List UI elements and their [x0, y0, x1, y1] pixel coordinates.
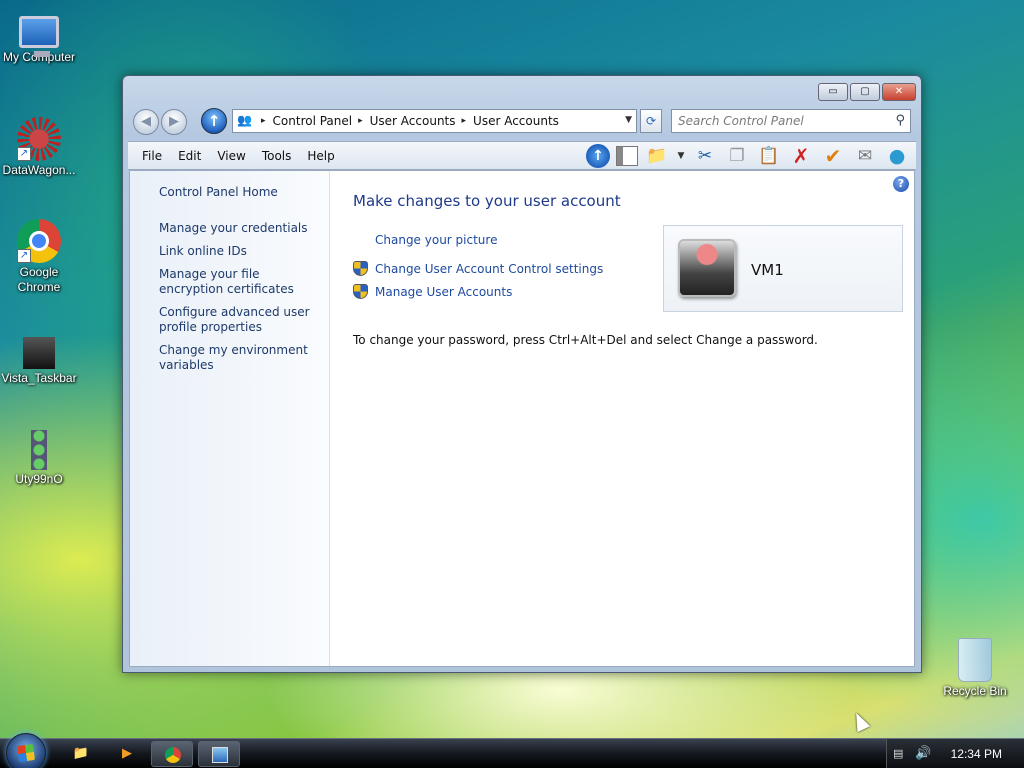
breadcrumb-separator-icon: ▸ — [461, 116, 467, 126]
desktop-icon-recycle-bin[interactable]: Recycle Bin — [936, 638, 1014, 699]
folder-pane-icon[interactable] — [616, 146, 638, 166]
explorer-quicklaunch-icon[interactable]: 📁 — [72, 745, 90, 763]
shortcut-arrow-icon: ↗ — [17, 147, 31, 161]
address-bar[interactable]: 👥 ▸ Control Panel ▸ User Accounts ▸ User… — [232, 109, 637, 133]
desktop-icon-google-chrome[interactable]: ↗ Google Chrome — [0, 219, 78, 295]
chevron-down-icon[interactable]: ▼ — [676, 144, 686, 168]
user-picture-avatar[interactable] — [678, 239, 736, 297]
desktop-icon-label: Recycle Bin — [943, 684, 1007, 698]
computer-icon — [19, 16, 59, 57]
desktop-icon-my-computer[interactable]: My Computer — [0, 10, 78, 65]
manage-user-accounts-link[interactable]: Manage User Accounts — [375, 285, 512, 299]
change-picture-link[interactable]: Change your picture — [375, 233, 497, 247]
desktop-icon-label: DataWagon... — [2, 163, 76, 177]
chrome-icon — [165, 747, 181, 763]
forward-button[interactable]: ▶ — [161, 109, 187, 135]
control-panel-home-link[interactable]: Control Panel Home — [159, 185, 329, 199]
paste-icon[interactable]: 📋 — [756, 144, 782, 168]
breadcrumb-separator-icon: ▸ — [261, 116, 266, 126]
page-title: Make changes to your user account — [353, 192, 621, 210]
volume-icon[interactable]: 🔊 — [915, 746, 931, 761]
minimize-button[interactable]: ▭ — [818, 83, 848, 101]
task-pane: Control Panel Home Manage your credentia… — [130, 171, 330, 666]
user-name: VM1 — [751, 261, 784, 279]
uac-shield-icon — [353, 284, 368, 299]
sidebar-link-encryption-certificates[interactable]: Manage your file encryption certificates — [159, 267, 324, 297]
start-button[interactable] — [6, 733, 46, 768]
sidebar-link-credentials[interactable]: Manage your credentials — [159, 221, 324, 236]
uac-shield-icon — [353, 261, 368, 276]
desktop-icon-label: Vista_Taskbar — [1, 371, 77, 385]
copy-icon[interactable]: ❐ — [724, 144, 750, 168]
toolbar: ↑ 📁 ▼ ✂ ❐ 📋 ✗ ✔ ✉ ● — [586, 144, 910, 168]
desktop-icon-uty99no[interactable]: Uty99nO — [0, 430, 78, 487]
breadcrumb-user-accounts[interactable]: User Accounts — [370, 114, 456, 128]
cut-icon[interactable]: ✂ — [692, 144, 718, 168]
taskbar: 📁 ▶ ▤ 🔊 12:34 PM — [0, 733, 1024, 768]
close-button[interactable]: ✕ — [882, 83, 916, 101]
delete-icon[interactable]: ✗ — [788, 144, 814, 168]
desktop-icon-datawagon[interactable]: ↗ DataWagon... — [0, 117, 78, 178]
up-folder-icon[interactable]: ↑ — [586, 144, 610, 168]
search-box[interactable]: ⚲ — [671, 109, 911, 133]
breadcrumb-control-panel[interactable]: Control Panel — [273, 114, 353, 128]
checkmark-icon[interactable]: ✔ — [820, 144, 846, 168]
user-accounts-window: ▭ ▢ ✕ ◀ ▶ ↑ 👥 ▸ Control Panel ▸ User Acc… — [122, 75, 922, 673]
menu-view[interactable]: View — [209, 145, 253, 167]
chrome-icon: ↗ — [17, 219, 61, 263]
user-account-card: VM1 — [663, 225, 903, 312]
desktop-icon-label: Google Chrome — [17, 265, 61, 294]
search-input[interactable] — [678, 111, 888, 131]
menu-file[interactable]: File — [134, 145, 170, 167]
desktop-icon-label: Uty99nO — [15, 472, 63, 486]
desktop-icon-vista-taskbar[interactable]: Vista_Taskbar — [0, 329, 78, 386]
shortcut-arrow-icon: ↗ — [17, 249, 31, 263]
main-panel: ? Make changes to your user account Chan… — [330, 171, 914, 666]
navigation-bar: ◀ ▶ ↑ 👥 ▸ Control Panel ▸ User Accounts … — [131, 106, 913, 136]
system-tray: ▤ 🔊 12:34 PM — [886, 739, 1024, 768]
control-panel-icon — [212, 747, 228, 763]
menu-bar: File Edit View Tools Help ↑ 📁 ▼ ✂ ❐ 📋 ✗ … — [128, 141, 916, 170]
recycle-bin-icon — [958, 638, 992, 682]
taskbar-chrome-button[interactable] — [151, 741, 193, 767]
password-instructions: To change your password, press Ctrl+Alt+… — [353, 333, 818, 347]
up-button[interactable]: ↑ — [201, 108, 227, 134]
uty-icon — [31, 430, 47, 470]
address-dropdown-icon[interactable]: ▼ — [625, 115, 632, 125]
back-button[interactable]: ◀ — [133, 109, 159, 135]
sidebar-link-environment-variables[interactable]: Change my environment variables — [159, 343, 324, 373]
media-player-quicklaunch-icon[interactable]: ▶ — [118, 745, 136, 763]
control-panel-icon: 👥 — [237, 113, 252, 127]
mail-icon[interactable]: ✉ — [852, 144, 878, 168]
folder-icon[interactable]: 📁 — [644, 144, 670, 168]
content-area: Control Panel Home Manage your credentia… — [129, 170, 915, 667]
menu-edit[interactable]: Edit — [170, 145, 209, 167]
datawagon-icon: ↗ — [17, 117, 61, 161]
window-controls: ▭ ▢ ✕ — [818, 83, 916, 101]
clock[interactable]: 12:34 PM — [951, 747, 1002, 761]
vista-taskbar-icon — [23, 337, 55, 369]
breadcrumb-user-accounts-current[interactable]: User Accounts — [473, 114, 559, 128]
menu-help[interactable]: Help — [299, 145, 342, 167]
menu-tools[interactable]: Tools — [254, 145, 300, 167]
breadcrumb-separator-icon: ▸ — [358, 116, 363, 126]
search-icon[interactable]: ⚲ — [895, 113, 905, 128]
sidebar-link-profile-properties[interactable]: Configure advanced user profile properti… — [159, 305, 324, 335]
maximize-button[interactable]: ▢ — [850, 83, 880, 101]
globe-icon[interactable]: ● — [884, 144, 910, 168]
mouse-cursor-icon — [849, 709, 871, 733]
sidebar-link-online-ids[interactable]: Link online IDs — [159, 244, 324, 259]
network-icon[interactable]: ▤ — [893, 747, 903, 760]
help-icon[interactable]: ? — [893, 176, 909, 192]
refresh-button[interactable]: ⟳ — [640, 109, 662, 133]
taskbar-control-panel-button[interactable] — [198, 741, 240, 767]
change-uac-settings-link[interactable]: Change User Account Control settings — [375, 262, 603, 276]
